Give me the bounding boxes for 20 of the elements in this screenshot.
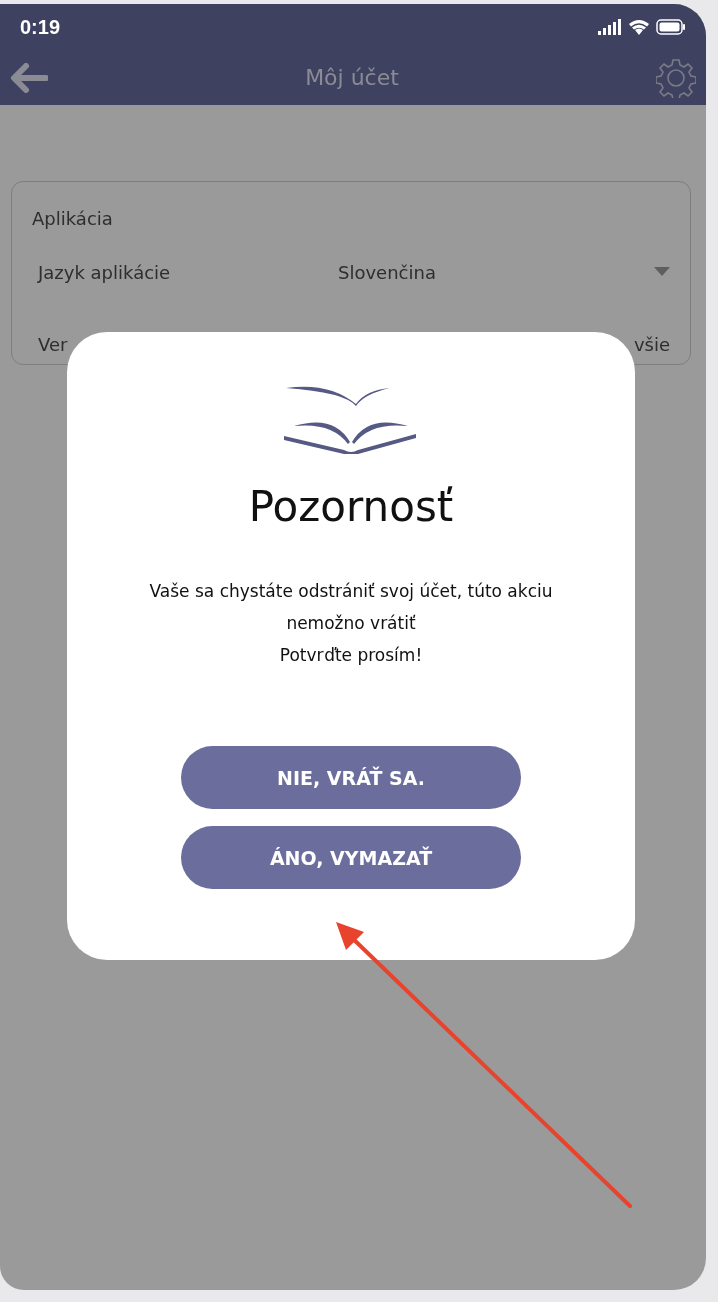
dialog-message: Vaše sa chystáte odstrániť svoj účet, túto akciu nemožno vrátiť Potvrďte prosím! [149,580,553,667]
battery-icon [656,19,686,35]
signal-icon [598,19,622,35]
row-label: Jazyk aplikácie [38,261,172,283]
cancel-button[interactable]: NIE, VRÁŤ SA. [181,746,521,809]
back-arrow-icon [10,62,48,93]
section-title: Aplikácia [32,208,114,229]
dropdown-caret-icon [654,267,670,277]
status-time: 0:19 [20,15,61,39]
book-logo-icon [284,384,418,454]
screen-title: Môj účet [305,65,399,90]
dialog-title: Pozornosť [248,482,454,531]
settings-button[interactable] [656,57,696,98]
wifi-icon [628,19,650,35]
delete-button[interactable]: ÁNO, VYMAZAŤ [181,826,521,889]
back-button[interactable] [10,62,48,93]
settings-icon [656,57,696,98]
row-value: všie [633,333,670,355]
row-label: Ver [38,333,69,355]
language-dropdown[interactable]: Slovenčina [338,261,670,283]
